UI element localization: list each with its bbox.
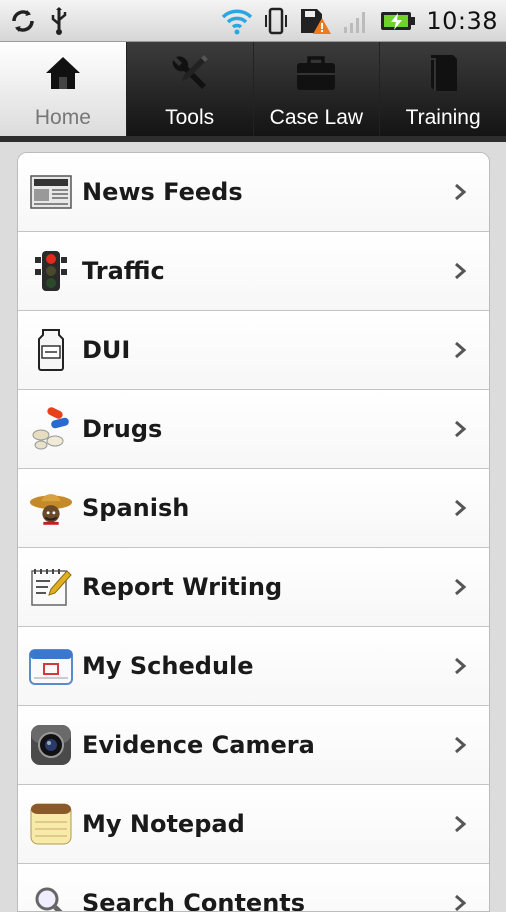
- report-notepad-icon: [28, 564, 74, 610]
- chevron-right-icon: [451, 340, 469, 360]
- tab-training-label: Training: [405, 106, 481, 129]
- list-item-label: News Feeds: [82, 178, 243, 206]
- sync-icon: [8, 6, 38, 36]
- list-item-evidence-camera[interactable]: Evidence Camera: [18, 706, 489, 785]
- menu-list: News Feeds Traffic DUI Drugs Spanish Rep…: [17, 152, 490, 912]
- clock: 10:38: [426, 6, 498, 35]
- chevron-right-icon: [451, 498, 469, 518]
- liquor-bottle-icon: [28, 327, 74, 373]
- list-item-drugs[interactable]: Drugs: [18, 390, 489, 469]
- chevron-right-icon: [451, 182, 469, 202]
- list-item-label: DUI: [82, 336, 131, 364]
- tab-bar: Home Tools Case Law Training: [0, 42, 506, 142]
- list-item-label: Drugs: [82, 415, 163, 443]
- chevron-right-icon: [451, 419, 469, 439]
- list-item-label: My Schedule: [82, 652, 254, 680]
- list-item-spanish[interactable]: Spanish: [18, 469, 489, 548]
- sd-warning-icon: [298, 6, 332, 36]
- list-item-news-feeds[interactable]: News Feeds: [18, 153, 489, 232]
- tab-home-label: Home: [34, 106, 91, 129]
- list-item-label: My Notepad: [82, 810, 245, 838]
- list-item-my-schedule[interactable]: My Schedule: [18, 627, 489, 706]
- battery-charging-icon: [380, 9, 416, 33]
- tab-home[interactable]: Home: [0, 42, 127, 136]
- tab-case-law[interactable]: Case Law: [254, 42, 381, 136]
- list-item-label: Evidence Camera: [82, 731, 315, 759]
- usb-icon: [48, 6, 70, 36]
- chevron-right-icon: [451, 893, 469, 911]
- tab-tools[interactable]: Tools: [127, 42, 254, 136]
- book-icon: [420, 50, 466, 96]
- list-item-label: Spanish: [82, 494, 190, 522]
- briefcase-icon: [293, 50, 339, 96]
- chevron-right-icon: [451, 814, 469, 834]
- chevron-right-icon: [451, 656, 469, 676]
- list-item-dui[interactable]: DUI: [18, 311, 489, 390]
- home-icon: [40, 50, 86, 96]
- search-icon: [28, 880, 74, 911]
- status-bar: 10:38: [0, 0, 506, 42]
- chevron-right-icon: [451, 735, 469, 755]
- list-item-search-contents[interactable]: Search Contents: [18, 864, 489, 912]
- tab-tools-label: Tools: [165, 106, 215, 129]
- notepad-icon: [28, 801, 74, 847]
- tools-icon: [167, 50, 213, 96]
- list-item-label: Report Writing: [82, 573, 283, 601]
- chevron-right-icon: [451, 577, 469, 597]
- tab-training[interactable]: Training: [380, 42, 506, 136]
- traffic-light-icon: [28, 248, 74, 294]
- tab-case-law-label: Case Law: [269, 106, 364, 129]
- list-item-label: Search Contents: [82, 889, 306, 912]
- vibrate-icon: [264, 6, 288, 36]
- calendar-icon: [28, 643, 74, 689]
- sombrero-icon: [28, 485, 74, 531]
- list-item-my-notepad[interactable]: My Notepad: [18, 785, 489, 864]
- signal-icon: [342, 8, 370, 34]
- list-item-report-writing[interactable]: Report Writing: [18, 548, 489, 627]
- list-item-traffic[interactable]: Traffic: [18, 232, 489, 311]
- list-item-label: Traffic: [82, 257, 165, 285]
- chevron-right-icon: [451, 261, 469, 281]
- wifi-icon: [220, 7, 254, 35]
- newspaper-icon: [28, 169, 74, 215]
- camera-icon: [28, 722, 74, 768]
- pills-icon: [28, 406, 74, 452]
